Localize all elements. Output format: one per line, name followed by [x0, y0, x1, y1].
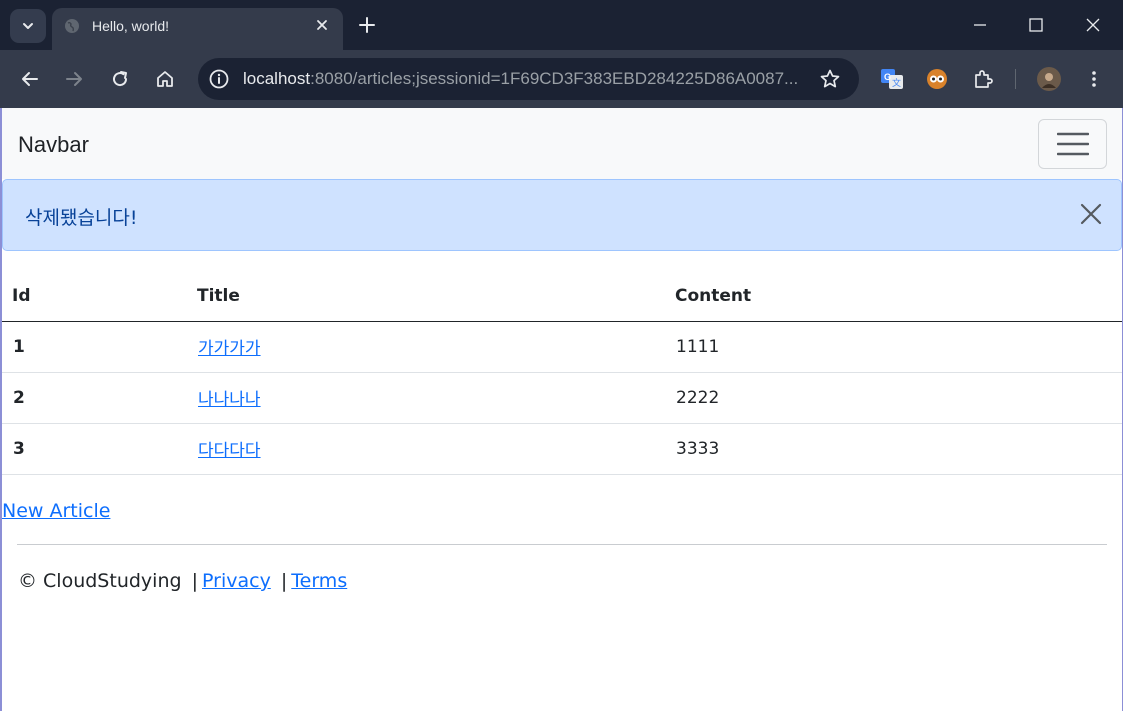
article-title-link[interactable]: 가가가가 — [198, 339, 261, 359]
url-host: localhost — [243, 69, 311, 88]
browser-tab-active[interactable]: Hello, world! — [52, 8, 343, 50]
google-translate-icon: G文 — [881, 69, 903, 89]
privacy-link[interactable]: Privacy — [202, 570, 271, 592]
table-row: 3 다다다다 3333 — [2, 423, 1122, 475]
cell-title: 나나나나 — [187, 372, 665, 424]
maximize-icon — [1029, 18, 1043, 32]
article-title-link[interactable]: 다다다다 — [198, 441, 261, 461]
close-icon[interactable] — [1079, 202, 1103, 226]
navbar-brand[interactable]: Navbar — [18, 132, 89, 158]
home-icon — [157, 71, 173, 87]
footer: © CloudStudying | Privacy | Terms — [18, 570, 347, 592]
tab-search-button[interactable] — [10, 9, 46, 43]
avatar — [1037, 67, 1061, 91]
cell-content: 1111 — [665, 321, 1122, 373]
article-title-link[interactable]: 나나나나 — [198, 390, 261, 410]
svg-text:文: 文 — [892, 77, 901, 88]
navbar: Navbar — [2, 108, 1122, 179]
profile-button[interactable] — [1037, 67, 1061, 91]
arrow-left-icon — [22, 72, 38, 86]
home-button[interactable] — [153, 67, 177, 91]
copyright-text: © CloudStudying — [18, 570, 182, 592]
extensions-menu-button[interactable] — [971, 67, 995, 91]
reload-button[interactable] — [108, 67, 132, 91]
more-vertical-icon — [1092, 71, 1096, 87]
hamburger-menu-icon — [1056, 132, 1089, 156]
new-tab-icon[interactable] — [356, 14, 378, 36]
cell-id: 1 — [2, 321, 187, 373]
close-icon — [1086, 18, 1100, 32]
toolbar-divider — [1015, 69, 1016, 89]
cell-content: 3333 — [665, 423, 1122, 475]
globe-icon — [65, 19, 79, 33]
minimize-icon — [974, 24, 986, 26]
tab-title: Hello, world! — [92, 18, 170, 34]
footer-divider — [17, 544, 1107, 545]
chevron-down-icon — [23, 23, 33, 29]
url-path: :8080/articles;jsessionid=1F69CD3F383EBD… — [310, 69, 799, 88]
column-header-id: Id — [2, 271, 187, 322]
column-header-content: Content — [665, 271, 1122, 322]
column-header-title: Title — [187, 271, 665, 322]
forward-button[interactable] — [62, 67, 86, 91]
page-content: Navbar 삭제됐습니다! Id Title Content 1 가가가가 1… — [2, 108, 1122, 711]
table-row: 1 가가가가 1111 — [2, 321, 1122, 373]
tab-strip: Hello, world! — [0, 0, 1123, 50]
navbar-toggler-button[interactable] — [1038, 119, 1107, 169]
address-bar[interactable]: localhost:8080/articles;jsessionid=1F69C… — [198, 58, 859, 100]
owl-extension-icon — [927, 69, 947, 89]
cell-title: 가가가가 — [187, 321, 665, 373]
articles-table: Id Title Content 1 가가가가 1111 2 나나나나 2222… — [2, 271, 1122, 475]
extension-button-2[interactable] — [925, 67, 949, 91]
reload-icon — [113, 71, 128, 87]
cell-id: 2 — [2, 372, 187, 424]
puzzle-icon — [975, 70, 993, 88]
terms-link[interactable]: Terms — [291, 570, 347, 592]
bookmark-star-icon[interactable] — [819, 68, 841, 90]
close-tab-icon[interactable] — [313, 16, 331, 34]
browser-toolbar: localhost:8080/articles;jsessionid=1F69C… — [0, 50, 1123, 108]
svg-text:G: G — [884, 72, 891, 82]
table-row: 2 나나나나 2222 — [2, 372, 1122, 424]
alert-banner: 삭제됐습니다! — [2, 179, 1122, 251]
site-info-icon[interactable] — [208, 68, 230, 90]
translate-extension-button[interactable]: G文 — [880, 67, 904, 91]
new-article-link[interactable]: New Article — [2, 500, 110, 522]
cell-title: 다다다다 — [187, 423, 665, 475]
browser-menu-button[interactable] — [1082, 67, 1106, 91]
minimize-button[interactable] — [952, 0, 1008, 50]
footer-separator: | — [280, 570, 288, 592]
alert-message: 삭제됐습니다! — [25, 207, 138, 229]
footer-separator: | — [191, 570, 199, 592]
table-header: Id Title Content — [2, 271, 1122, 322]
back-button[interactable] — [18, 67, 42, 91]
cell-id: 3 — [2, 423, 187, 475]
url-text: localhost:8080/articles;jsessionid=1F69C… — [243, 69, 798, 89]
maximize-button[interactable] — [1008, 0, 1064, 50]
close-window-button[interactable] — [1065, 0, 1121, 50]
cell-content: 2222 — [665, 372, 1122, 424]
arrow-right-icon — [66, 72, 82, 86]
